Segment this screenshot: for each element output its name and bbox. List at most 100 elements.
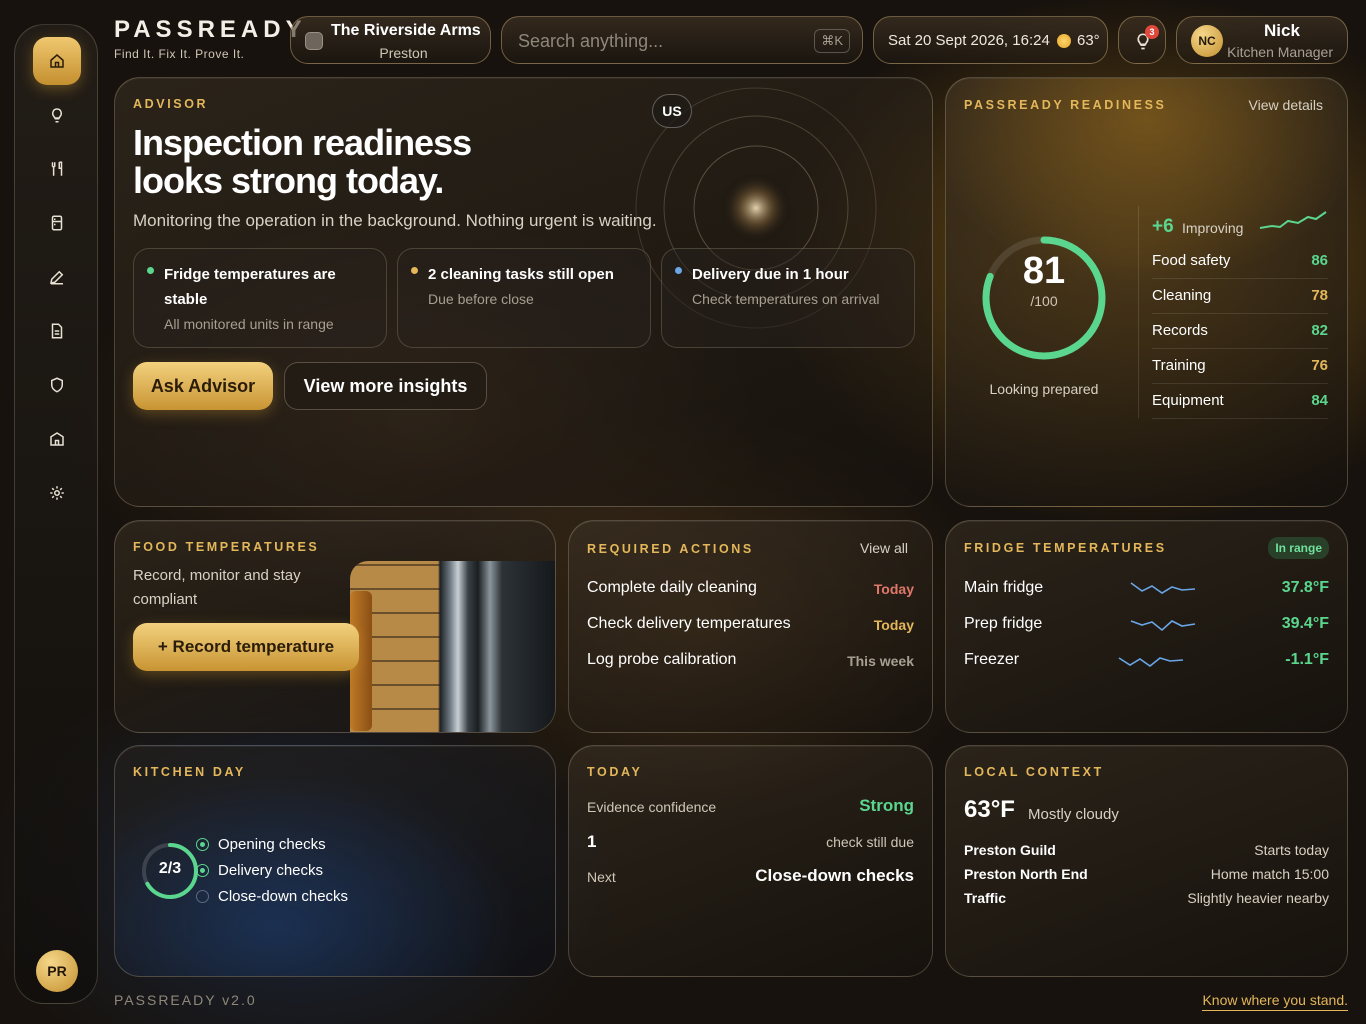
search-input[interactable]: Search anything... [518,31,663,52]
fridge-temperature: 39.4°F [1281,615,1329,632]
check-complete-icon [196,864,209,877]
status-dot [147,267,154,274]
fridge-sparkline [1130,582,1196,594]
trend-sparkline [1259,211,1327,229]
category-row[interactable]: Training 76 [1152,349,1328,384]
nav-home[interactable] [33,37,81,85]
nav-records[interactable] [33,253,81,301]
category-name: Food safety [1152,252,1231,269]
due-count: 1 [587,832,597,851]
check-name: Delivery checks [218,862,324,879]
record-temperature-button[interactable]: + Record temperature [133,623,359,671]
check-name: Close-down checks [218,888,349,905]
next-value[interactable]: Close-down checks [755,866,914,886]
category-row[interactable]: Food safety 86 [1152,244,1328,279]
fridge-row[interactable]: Freezer -1.1°F [964,645,1329,681]
nav-insights[interactable] [33,91,81,139]
advisor-region-chip[interactable]: US [652,94,692,128]
venue-name: The Riverside Arms [331,22,481,39]
fridge-row[interactable]: Main fridge 37.8°F [964,573,1329,609]
nav-settings[interactable] [33,469,81,517]
category-row[interactable]: Cleaning 78 [1152,279,1328,314]
nav-venue[interactable] [33,415,81,463]
fridge-name: Freezer [964,651,1020,668]
insight-title: 2 cleaning tasks still open [428,266,614,283]
kitchen-day-panel: KITCHEN DAY 2/3 Opening checks Delivery … [114,745,556,977]
readiness-label: PASSREADY READINESS [964,98,1167,112]
readiness-score: 81 [1022,250,1066,292]
insight-card[interactable]: 2 cleaning tasks still open Due before c… [397,248,651,348]
action-row[interactable]: Log probe calibration This week [587,645,914,681]
user-menu[interactable]: NC Nick Kitchen Manager [1176,16,1348,64]
nav-fridges[interactable] [33,199,81,247]
kitchen-day-label: KITCHEN DAY [133,765,246,779]
context-value: Slightly heavier nearby [1187,890,1329,906]
user-role: Kitchen Manager [1227,44,1333,60]
ask-advisor-button[interactable]: Ask Advisor [133,362,273,410]
check-item[interactable]: Opening checks [196,836,326,853]
brand-logo: PASSREADY [114,16,307,43]
action-due: This week [847,653,914,669]
food-temps-description: Record, monitor and stay compliant [133,567,301,608]
view-insights-button[interactable]: View more insights [284,362,487,410]
insight-sub: Due before close [428,291,534,307]
insight-title: Fridge temperatures are stable [164,266,336,308]
confidence-value: Strong [859,796,914,815]
insight-card[interactable]: Delivery due in 1 hour Check temperature… [661,248,915,348]
fridge-temperature: -1.1°F [1285,651,1329,668]
lightbulb-icon [52,108,62,123]
view-details-link[interactable]: View details [1249,97,1323,113]
food-temps-label: FOOD TEMPERATURES [133,540,320,554]
fridge-temps-label: FRIDGE TEMPERATURES [964,541,1167,555]
brand-tagline: Find It. Fix It. Prove It. [114,47,245,61]
fridge-row[interactable]: Prep fridge 39.4°F [964,609,1329,645]
nav-documents[interactable] [33,307,81,355]
context-name: Traffic [964,890,1007,906]
category-score: 82 [1311,322,1328,339]
footer-slogan-link[interactable]: Know where you stand. [1202,992,1348,1011]
action-name: Complete daily cleaning [587,579,757,596]
venue-location: Preston [379,45,428,61]
category-score: 78 [1311,287,1328,304]
utensils-icon [51,161,63,176]
trend-label: Improving [1182,220,1244,236]
category-name: Training [1152,357,1206,374]
action-row[interactable]: Check delivery temperatures Today [587,609,914,645]
fridge-temperature: 37.8°F [1281,579,1329,596]
category-score: 86 [1311,252,1328,269]
pen-icon [50,270,64,285]
action-due: Today [873,581,914,597]
notifications-button[interactable]: 3 [1118,16,1166,64]
nav-compliance[interactable] [33,361,81,409]
document-icon [51,323,63,339]
search-bar[interactable]: Search anything... ⌘K [501,16,863,64]
readiness-score-max: /100 [1030,293,1058,309]
check-item[interactable]: Delivery checks [196,862,324,879]
action-name: Check delivery temperatures [587,615,791,632]
action-due: Today [873,617,914,633]
sidebar-avatar[interactable]: PR [36,950,78,992]
action-row[interactable]: Complete daily cleaning Today [587,573,914,609]
local-context-label: LOCAL CONTEXT [964,765,1104,779]
advisor-headline-line1: Inspection readiness [133,122,472,163]
check-item[interactable]: Close-down checks [196,888,349,905]
required-actions-panel: REQUIRED ACTIONS View all Complete daily… [568,520,933,733]
category-row[interactable]: Equipment 84 [1152,384,1328,419]
fridge-sparkline [1118,657,1184,667]
local-temperature: 63°F [964,796,1015,823]
insight-title: Delivery due in 1 hour [692,266,849,283]
local-context-panel: LOCAL CONTEXT 63°F Mostly cloudy Preston… [945,745,1348,977]
shield-icon [51,377,63,393]
nav-kitchen[interactable] [33,145,81,193]
venue-selector[interactable]: The Riverside Arms Preston [290,16,491,64]
insight-card[interactable]: Fridge temperatures are stable All monit… [133,248,387,348]
status-badge: In range [1268,537,1329,559]
search-shortcut: ⌘K [814,29,850,53]
sidebar: PR [14,24,98,1004]
readiness-panel: PASSREADY READINESS View details 81 /100… [945,77,1348,507]
readiness-caption: Looking prepared [989,381,1099,397]
category-name: Cleaning [1152,287,1212,304]
datetime-text: Sat 20 Sept 2026, 16:24 [888,32,1050,49]
view-all-link[interactable]: View all [860,540,908,556]
category-row[interactable]: Records 82 [1152,314,1328,349]
